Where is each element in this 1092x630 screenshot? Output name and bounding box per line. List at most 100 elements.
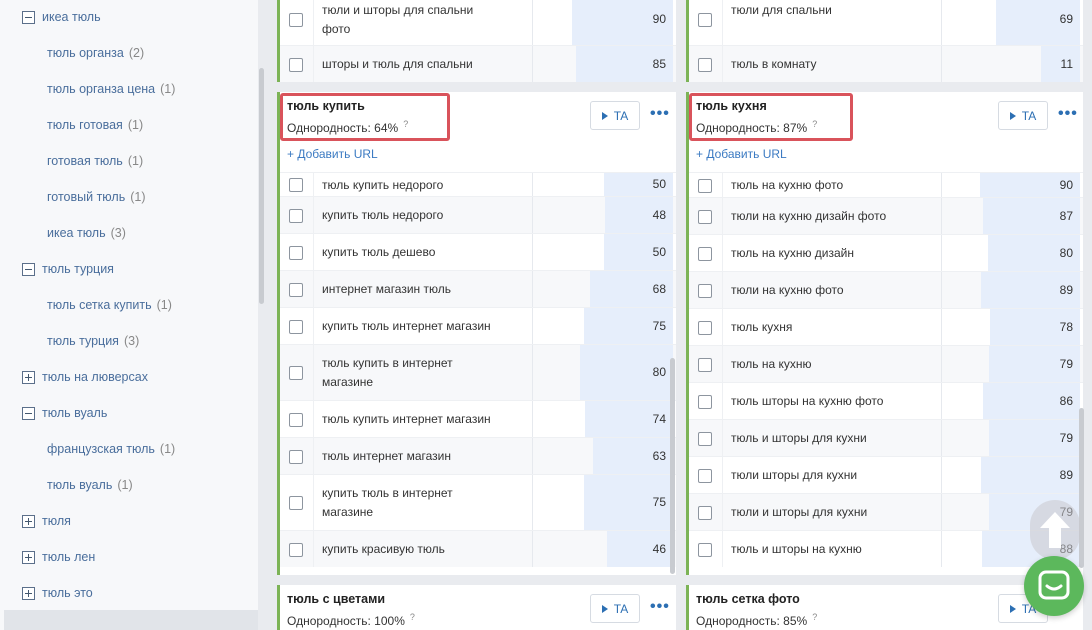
row-checkbox[interactable] [289,246,303,260]
keyword-text: тюль купить недорого [322,178,444,192]
tree-label[interactable]: французская тюль [47,442,155,456]
minus-box-icon[interactable] [22,10,35,24]
tree-item[interactable]: тюль органза цена (1) [0,71,175,107]
row-checkbox[interactable] [698,179,712,193]
row-checkbox[interactable] [698,432,712,446]
minus-box-icon[interactable] [22,406,35,420]
row-checkbox[interactable] [698,58,712,72]
tree-group[interactable]: икеа тюль [0,0,101,35]
keyword-text: интернет магазин тюль [322,282,451,296]
keyword-text: купить тюль интернет магазин [322,319,491,333]
card-scrollbar[interactable] [670,358,675,574]
row-checkbox[interactable] [698,469,712,483]
question-icon[interactable]: ? [410,612,415,622]
row-checkbox[interactable] [289,366,303,380]
row-checkbox[interactable] [289,178,303,192]
more-dots-icon[interactable]: ••• [1058,105,1078,123]
row-checkbox[interactable] [289,58,303,72]
row-checkbox[interactable] [289,13,303,27]
row-checkbox[interactable] [289,320,303,334]
column-divider [313,234,314,270]
tree-item[interactable]: тюль сетка купить (1) [0,287,172,323]
tree-group[interactable]: тюль лен [0,539,95,575]
tree-item[interactable]: тюль вуаль (1) [0,467,133,503]
plus-box-icon[interactable] [22,370,35,384]
column-divider [722,198,723,234]
column-divider [532,308,533,344]
frequency-value: 79 [1059,357,1073,371]
tree-item[interactable]: тюль готовая (1) [0,107,143,143]
plus-box-icon[interactable] [22,514,35,528]
tree-label[interactable]: тюль органза цена [47,82,155,96]
tree-item[interactable]: тюль органза (2) [0,35,144,71]
tree-label[interactable]: тюля [42,514,71,528]
tree-item[interactable]: готовый тюль (1) [0,179,146,215]
tree-label[interactable]: готовый тюль [47,190,125,204]
page-scrollbar[interactable] [1079,408,1084,568]
tree-label[interactable]: тюль турция [47,334,119,348]
row-checkbox[interactable] [698,395,712,409]
tree-label[interactable]: готовая тюль [47,154,123,168]
tree-label[interactable]: тюль это [42,586,93,600]
tree-label[interactable]: тюль турция [42,262,114,276]
tree-label[interactable]: тюль органза [47,46,124,60]
more-dots-icon[interactable]: ••• [650,105,670,123]
question-icon[interactable]: ? [812,612,817,622]
tree-label[interactable]: икеа тюль [42,10,101,24]
tree-item[interactable]: икеа тюль (3) [0,215,126,251]
column-divider [532,438,533,474]
plus-box-icon[interactable] [22,550,35,564]
tree-label[interactable]: икеа тюль [47,226,106,240]
plus-box-icon[interactable] [22,586,35,600]
column-divider [532,173,533,196]
table-row: купить тюль интернет магазин 75 [280,307,676,344]
minus-box-icon[interactable] [22,262,35,276]
row-checkbox[interactable] [698,506,712,520]
ta-button[interactable]: TA [590,594,640,623]
tree-group[interactable]: тюль вуаль [0,395,107,431]
tree-item[interactable]: французская тюль (1) [0,431,175,467]
row-checkbox[interactable] [698,284,712,298]
row-checkbox[interactable] [698,210,712,224]
more-dots-icon[interactable]: ••• [650,598,670,616]
ta-button[interactable]: TA [590,101,640,130]
row-checkbox[interactable] [698,358,712,372]
question-icon[interactable]: ? [403,119,408,129]
column-divider [941,383,942,419]
tree-group[interactable]: тюль это [0,575,93,611]
row-checkbox[interactable] [698,321,712,335]
tree-label[interactable]: тюль готовая [47,118,123,132]
tree-label[interactable]: тюль вуаль [42,406,107,420]
tree-label[interactable]: тюль лен [42,550,95,564]
column-divider [313,345,314,400]
keyword-text: тюль купить в интернет магазине [322,356,453,389]
row-checkbox[interactable] [289,413,303,427]
column-divider [313,197,314,233]
tree-label[interactable]: тюль сетка купить [47,298,152,312]
tree-label[interactable]: тюль на люверсах [42,370,148,384]
row-checkbox[interactable] [698,543,712,557]
tree-count: (1) [130,190,146,204]
row-checkbox[interactable] [289,450,303,464]
row-checkbox[interactable] [289,283,303,297]
ta-label: TA [613,108,629,123]
tree-group[interactable]: тюль на люверсах [0,359,148,395]
sidebar-scrollbar-thumb[interactable] [259,68,264,304]
add-url-link[interactable]: + Добавить URL [696,147,787,161]
tree-item[interactable]: готовая тюль (1) [0,143,143,179]
row-checkbox[interactable] [698,13,712,27]
tree-group[interactable]: тюля [0,503,71,539]
row-checkbox[interactable] [289,496,303,510]
scroll-to-top-button[interactable] [1030,500,1080,560]
tree-label[interactable]: тюль вуаль [47,478,112,492]
tree-group[interactable]: тюль турция [0,251,114,287]
row-checkbox[interactable] [698,247,712,261]
card-header: тюль купить Однородность: 64%? TA ••• + … [280,92,676,172]
question-icon[interactable]: ? [812,119,817,129]
tree-item[interactable]: тюль турция (3) [0,323,139,359]
chat-button[interactable] [1024,556,1084,616]
ta-button[interactable]: TA [998,101,1048,130]
add-url-link[interactable]: + Добавить URL [287,147,378,161]
row-checkbox[interactable] [289,209,303,223]
row-checkbox[interactable] [289,543,303,557]
